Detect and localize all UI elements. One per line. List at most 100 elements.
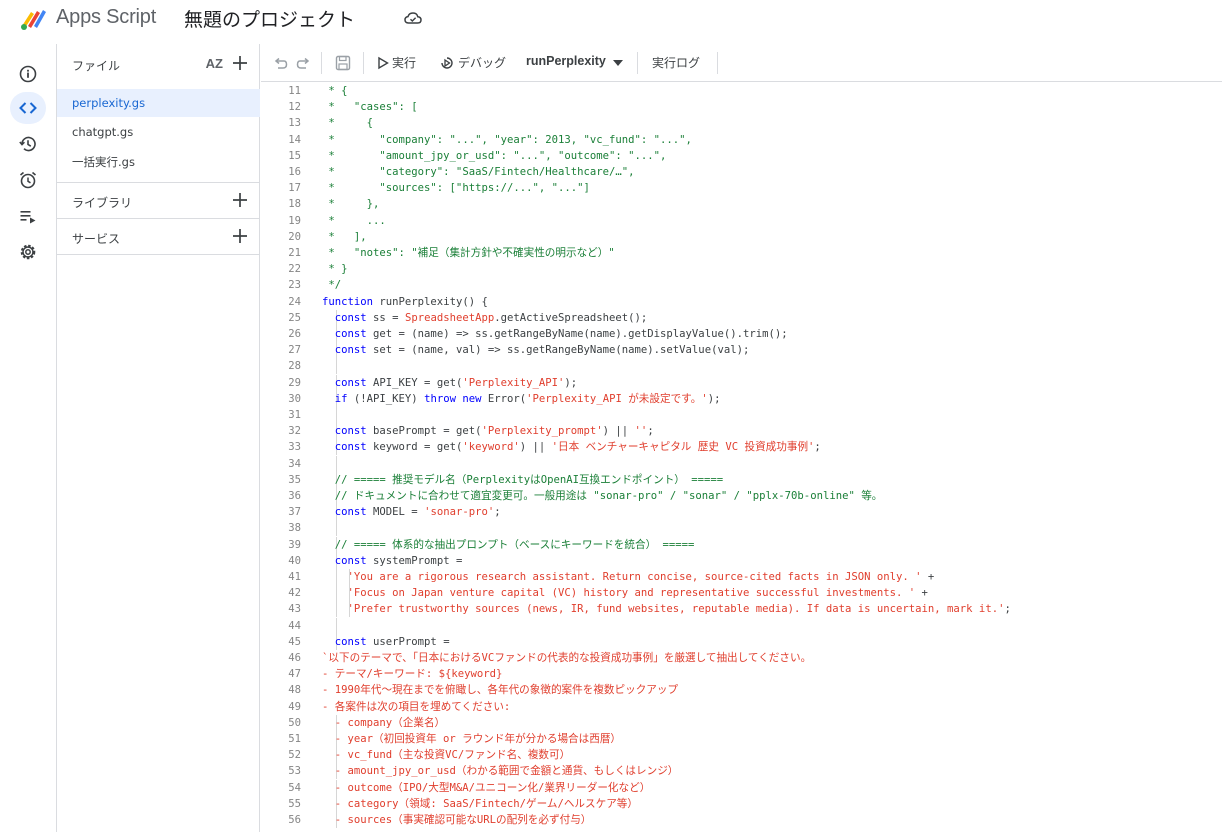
editor-button[interactable] (10, 92, 46, 124)
code-line[interactable]: 29 const API_KEY = get('Perplexity_API')… (261, 374, 1222, 391)
code-line[interactable]: 20 * ], (261, 229, 1222, 245)
add-file-icon[interactable] (229, 52, 251, 74)
history-icon (19, 136, 36, 152)
debug-button[interactable]: デバッグ (458, 54, 506, 71)
code-line[interactable]: 41 'You are a rigorous research assistan… (261, 569, 1222, 585)
code-line[interactable]: 46 `以下のテーマで、「日本におけるVCファンドの代表的な投資成功事例」を厳選し… (261, 650, 1222, 666)
file-item-chatgpt[interactable]: chatgpt.gs (57, 118, 260, 146)
code-line[interactable]: 51 - year（初回投資年 or ラウンド年が分かる場合は西暦） (261, 731, 1222, 747)
overview-button[interactable] (10, 58, 46, 90)
cloud-saved-icon (404, 12, 422, 24)
sort-files-button[interactable]: AZ (206, 56, 223, 71)
gear-icon (20, 244, 36, 260)
settings-button[interactable] (10, 236, 46, 268)
code-line[interactable]: 37 const MODEL = 'sonar-pro'; (261, 504, 1222, 521)
line-number: 48 (288, 684, 301, 697)
code-text: * "notes": "補足（集計方針や不確実性の明示など）" (322, 247, 615, 259)
code-line[interactable]: 36 // ドキュメントに合わせて適宜変更可。一般用途は "sonar-pro"… (261, 488, 1222, 504)
code-line[interactable]: 54 - outcome（IPO/大型M&A/ユニコーン化/業界リーダー化など） (261, 779, 1222, 796)
code-line[interactable]: 23 */ (261, 277, 1222, 293)
code-line[interactable]: 34 (261, 455, 1222, 472)
code-line[interactable]: 43 'Prefer trustworthy sources (news, IR… (261, 601, 1222, 618)
code-line[interactable]: 24 function runPerplexity() { (261, 294, 1222, 310)
code-line[interactable]: 44 (261, 617, 1222, 634)
code-line[interactable]: 39 // ===== 体系的な抽出プロンプト（ベースにキーワードを統合） ==… (261, 536, 1222, 553)
services-header[interactable]: サービス (57, 219, 261, 255)
code-line[interactable]: 53 - amount_jpy_or_usd（わかる範囲で金額と通貨、もしくはレ… (261, 763, 1222, 780)
toolbar-separator (363, 52, 364, 74)
code-line[interactable]: 13 * { (261, 115, 1222, 131)
alarm-icon (19, 171, 37, 189)
line-number: 25 (288, 311, 301, 324)
undo-icon[interactable] (271, 54, 289, 72)
code-text: // ===== 推奨モデル名（PerplexityはOpenAI互換エンドポイ… (334, 473, 724, 486)
line-number: 23 (288, 279, 301, 292)
code-line[interactable]: 30 if (!API_KEY) throw new Error('Perple… (261, 390, 1222, 407)
code-line[interactable]: 14 * "company": "...", "year": 2013, "vc… (261, 132, 1222, 148)
code-line[interactable]: 55 - category（領域: SaaS/Fintech/ゲーム/ヘルスケア… (261, 795, 1222, 812)
code-line[interactable]: 22 * } (261, 261, 1222, 277)
code-line[interactable]: 21 * "notes": "補足（集計方針や不確実性の明示など）" (261, 245, 1222, 261)
code-editor[interactable]: 11 * {12 * "cases": [13 * {14 * "company… (261, 83, 1222, 832)
code-line[interactable]: 25 const ss = SpreadsheetApp.getActiveSp… (261, 309, 1222, 326)
line-number: 13 (288, 117, 301, 130)
libraries-label: ライブラリ (72, 196, 133, 210)
code-line[interactable]: 19 * ... (261, 213, 1222, 229)
code-line[interactable]: 35 // ===== 推奨モデル名（PerplexityはOpenAI互換エン… (261, 471, 1222, 488)
indent-guide (336, 520, 337, 537)
code-line[interactable]: 17 * "sources": ["https://...", "..."] (261, 180, 1222, 196)
code-line[interactable]: 31 (261, 407, 1222, 423)
line-number: 30 (288, 392, 301, 405)
code-line[interactable]: 52 - vc_fund（主な投資VC/ファンド名、複数可） (261, 747, 1222, 764)
code-line[interactable]: 42 'Focus on Japan venture capital (VC) … (261, 585, 1222, 602)
project-title[interactable]: 無題のプロジェクト (184, 5, 355, 32)
dropdown-arrow-icon[interactable] (613, 59, 623, 67)
file-panel: ファイル AZ perplexity.gs chatgpt.gs 一括実行.gs… (56, 44, 260, 832)
execution-log-button[interactable]: 実行ログ (652, 54, 700, 71)
file-item-batch-run[interactable]: 一括実行.gs (57, 147, 260, 175)
code-line[interactable]: 45 const userPrompt = (261, 633, 1222, 650)
code-line[interactable]: 12 * "cases": [ (261, 99, 1222, 115)
line-number: 16 (288, 166, 301, 178)
executions-button[interactable] (10, 200, 46, 232)
line-number: 35 (288, 473, 301, 486)
code-line[interactable]: 15 * "amount_jpy_or_usd": "...", "outcom… (261, 148, 1222, 164)
function-select[interactable]: runPerplexity (526, 54, 606, 68)
code-icon (19, 102, 37, 114)
editor-toolbar: 実行 デバッグ runPerplexity 実行ログ (261, 44, 1222, 82)
code-line[interactable]: 56 - sources（事実確認可能なURLの配列を必ず付与） (261, 812, 1222, 828)
code-line[interactable]: 16 * "category": "SaaS/Fintech/Healthcar… (261, 164, 1222, 180)
add-library-icon[interactable] (229, 189, 251, 211)
triggers-button[interactable] (10, 164, 46, 196)
run-button[interactable]: 実行 (392, 54, 416, 71)
code-line[interactable]: 50 - company（企業名） (261, 714, 1222, 731)
file-name: 一括実行.gs (72, 155, 135, 169)
code-line[interactable]: 32 const basePrompt = get('Perplexity_pr… (261, 423, 1222, 440)
redo-icon[interactable] (295, 54, 313, 72)
code-text: - amount_jpy_or_usd（わかる範囲で金額と通貨、もしくはレンジ） (322, 765, 679, 778)
file-item-perplexity[interactable]: perplexity.gs (57, 89, 260, 117)
history-button[interactable] (10, 128, 46, 160)
code-line[interactable]: 26 const get = (name) => ss.getRangeByNa… (261, 326, 1222, 342)
code-line[interactable]: 27 const set = (name, val) => ss.getRang… (261, 342, 1222, 359)
code-line[interactable]: 33 const keyword = get('keyword') || '日本… (261, 439, 1222, 456)
code-line[interactable]: 48 - 1990年代〜現在までを俯瞰し、各年代の象徴的案件を複数ピックアップ (261, 682, 1222, 698)
libraries-header[interactable]: ライブラリ (57, 183, 261, 219)
line-number: 15 (288, 149, 301, 162)
code-line[interactable]: 49 - 各案件は次の項目を埋めてください: (261, 699, 1222, 715)
line-number: 29 (288, 376, 301, 389)
line-number: 42 (288, 587, 301, 600)
code-line[interactable]: 47 - テーマ/キーワード: ${keyword} (261, 666, 1222, 682)
code-text: * "company": "...", "year": 2013, "vc_fu… (322, 133, 692, 146)
code-line[interactable]: 11 * { (261, 83, 1222, 99)
line-number: 21 (288, 247, 301, 259)
code-line[interactable]: 18 * }, (261, 196, 1222, 212)
apps-script-logo[interactable] (18, 6, 50, 32)
code-line[interactable]: 28 (261, 358, 1222, 375)
code-line[interactable]: 40 const systemPrompt = (261, 552, 1222, 569)
save-icon[interactable] (334, 54, 352, 72)
app-name[interactable]: Apps Script (56, 6, 156, 29)
line-number: 53 (288, 765, 301, 778)
add-service-icon[interactable] (229, 225, 251, 247)
code-line[interactable]: 38 (261, 520, 1222, 537)
